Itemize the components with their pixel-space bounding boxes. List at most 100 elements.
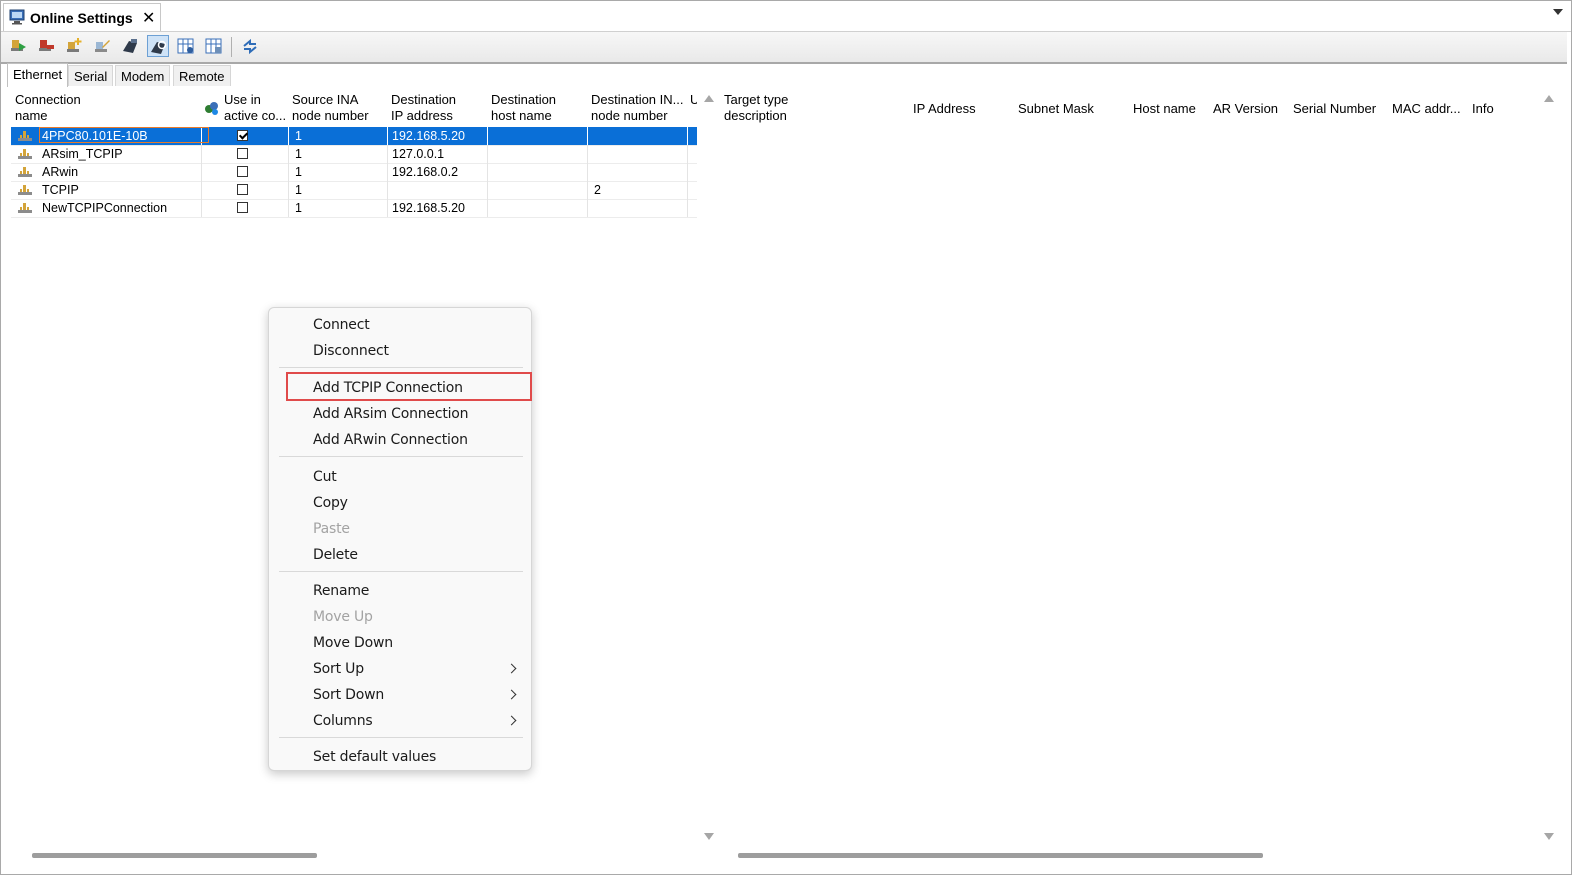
column-divider <box>487 145 488 163</box>
menu-item-move-down[interactable]: Move Down <box>313 634 393 652</box>
menu-item-sort-up[interactable]: Sort Up <box>313 660 364 678</box>
grid-view-icon[interactable] <box>175 35 197 57</box>
tab-ethernet[interactable]: Ethernet <box>7 63 69 87</box>
targets-horizontal-scrollbar[interactable] <box>721 847 1541 863</box>
submenu-arrow-icon <box>506 715 517 726</box>
column-divider <box>587 181 588 199</box>
document-tab-online-settings[interactable]: Online Settings ✕ <box>3 3 161 31</box>
menu-item-rename[interactable]: Rename <box>313 582 369 600</box>
connection-row[interactable]: NewTCPIPConnection 1 192.168.5.20 <box>11 199 697 218</box>
targets-panel: Target type description IP Address Subne… <box>721 89 1541 846</box>
connection-row[interactable]: ARsim_TCPIP 1 127.0.0.1 <box>11 145 697 164</box>
use-in-active-connection-checkbox[interactable] <box>237 184 248 195</box>
use-in-active-connection-checkbox[interactable] <box>237 148 248 159</box>
destination-ip-address: 127.0.0.1 <box>392 147 445 161</box>
connections-vertical-scrollbar[interactable] <box>700 89 716 846</box>
column-header-ip-address[interactable]: IP Address <box>913 101 976 117</box>
tab-remote[interactable]: Remote <box>173 65 231 86</box>
use-in-active-connection-checkbox[interactable] <box>237 130 248 141</box>
column-divider <box>288 145 289 163</box>
column-header-target-type[interactable]: Target type description <box>724 92 788 124</box>
scroll-up-icon[interactable] <box>704 95 714 102</box>
column-header-dest-ip[interactable]: Destination IP address <box>391 92 456 124</box>
column-divider <box>687 127 688 145</box>
targets-vertical-scrollbar[interactable] <box>1540 89 1556 846</box>
menu-item-add-arsim-connection[interactable]: Add ARsim Connection <box>313 405 469 423</box>
column-header-subnet-mask[interactable]: Subnet Mask <box>1018 101 1094 117</box>
document-tab-bar: Online Settings ✕ <box>1 1 1571 32</box>
connection-row[interactable]: 4PPC80.101E-10B 1 192.168.5.20 <box>11 127 697 146</box>
menu-item-disconnect[interactable]: Disconnect <box>313 342 389 360</box>
menu-item-connect[interactable]: Connect <box>313 316 370 334</box>
edit-connection-icon[interactable] <box>91 35 113 57</box>
use-in-active-connection-checkbox[interactable] <box>237 166 248 177</box>
scrollbar-thumb[interactable] <box>32 853 317 858</box>
source-ina-node-number: 1 <box>295 129 302 143</box>
connection-row[interactable]: ARwin 1 192.168.0.2 <box>11 163 697 182</box>
column-divider <box>687 163 688 181</box>
use-in-active-connection-checkbox[interactable] <box>237 202 248 213</box>
menu-item-add-arwin-connection[interactable]: Add ARwin Connection <box>313 431 468 449</box>
column-divider <box>487 127 488 145</box>
menu-item-copy[interactable]: Copy <box>313 494 348 512</box>
refresh-icon[interactable] <box>239 35 261 57</box>
menu-item-delete[interactable]: Delete <box>313 546 358 564</box>
column-header-source-ina[interactable]: Source INA node number <box>292 92 369 124</box>
column-divider <box>487 181 488 199</box>
column-divider <box>487 199 488 217</box>
submenu-arrow-icon <box>506 663 517 674</box>
menu-item-columns[interactable]: Columns <box>313 712 373 730</box>
column-header-dest-ina[interactable]: Destination IN... node number <box>591 92 684 124</box>
column-divider <box>687 145 688 163</box>
menu-item-cut[interactable]: Cut <box>313 468 337 486</box>
source-ina-node-number: 1 <box>295 147 302 161</box>
online-settings-icon <box>9 9 25 25</box>
connection-row[interactable]: TCPIP 1 2 <box>11 181 697 200</box>
target-browse-icon[interactable] <box>119 35 141 57</box>
column-divider <box>687 199 688 217</box>
target-search-icon[interactable] <box>147 35 169 57</box>
tab-list-dropdown-icon[interactable] <box>1553 9 1563 15</box>
column-header-use-active[interactable]: Use in active co... <box>224 92 286 124</box>
scroll-up-icon[interactable] <box>1544 95 1554 102</box>
tab-serial[interactable]: Serial <box>68 65 114 86</box>
online-settings-window: Online Settings ✕ Ethernet Serial Modem … <box>0 0 1572 875</box>
close-tab-icon[interactable]: ✕ <box>142 8 155 28</box>
column-header-mac-address[interactable]: MAC addr... <box>1392 101 1461 117</box>
column-divider <box>387 163 388 181</box>
column-header-ar-version[interactable]: AR Version <box>1213 101 1278 117</box>
scrollbar-thumb[interactable] <box>738 853 1263 858</box>
scroll-down-icon[interactable] <box>1544 833 1554 840</box>
tcpip-connection-icon <box>18 185 32 195</box>
column-divider <box>587 145 588 163</box>
column-header-connection-name[interactable]: Connection name <box>15 92 81 124</box>
add-connection-icon[interactable] <box>63 35 85 57</box>
column-header-host-name[interactable]: Host name <box>1133 101 1196 117</box>
connection-name: ARwin <box>42 165 79 179</box>
menu-separator <box>279 571 523 572</box>
grid-properties-icon[interactable] <box>203 35 225 57</box>
column-divider <box>487 163 488 181</box>
column-divider <box>587 163 588 181</box>
connections-header: Connection name Use in active co... Sour… <box>11 89 697 127</box>
connect-icon[interactable] <box>7 35 29 57</box>
source-ina-node-number: 1 <box>295 201 302 215</box>
menu-item-set-default-values[interactable]: Set default values <box>313 748 436 766</box>
document-tab-title: Online Settings <box>30 10 133 26</box>
tab-modem[interactable]: Modem <box>115 65 171 86</box>
source-ina-node-number: 1 <box>295 183 302 197</box>
toolbar <box>1 32 1567 64</box>
column-header-serial-number[interactable]: Serial Number <box>1293 101 1376 117</box>
toolbar-separator <box>231 37 232 57</box>
column-header-extra[interactable]: U <box>690 92 697 108</box>
column-divider <box>288 181 289 199</box>
source-ina-node-number: 1 <box>295 165 302 179</box>
disconnect-icon[interactable] <box>35 35 57 57</box>
column-header-dest-host[interactable]: Destination host name <box>491 92 556 124</box>
scroll-down-icon[interactable] <box>704 833 714 840</box>
connection-name: TCPIP <box>42 183 79 197</box>
column-header-info[interactable]: Info <box>1472 101 1494 117</box>
tcpip-connection-icon <box>18 131 32 141</box>
connections-horizontal-scrollbar[interactable] <box>11 847 697 863</box>
menu-item-sort-down[interactable]: Sort Down <box>313 686 384 704</box>
